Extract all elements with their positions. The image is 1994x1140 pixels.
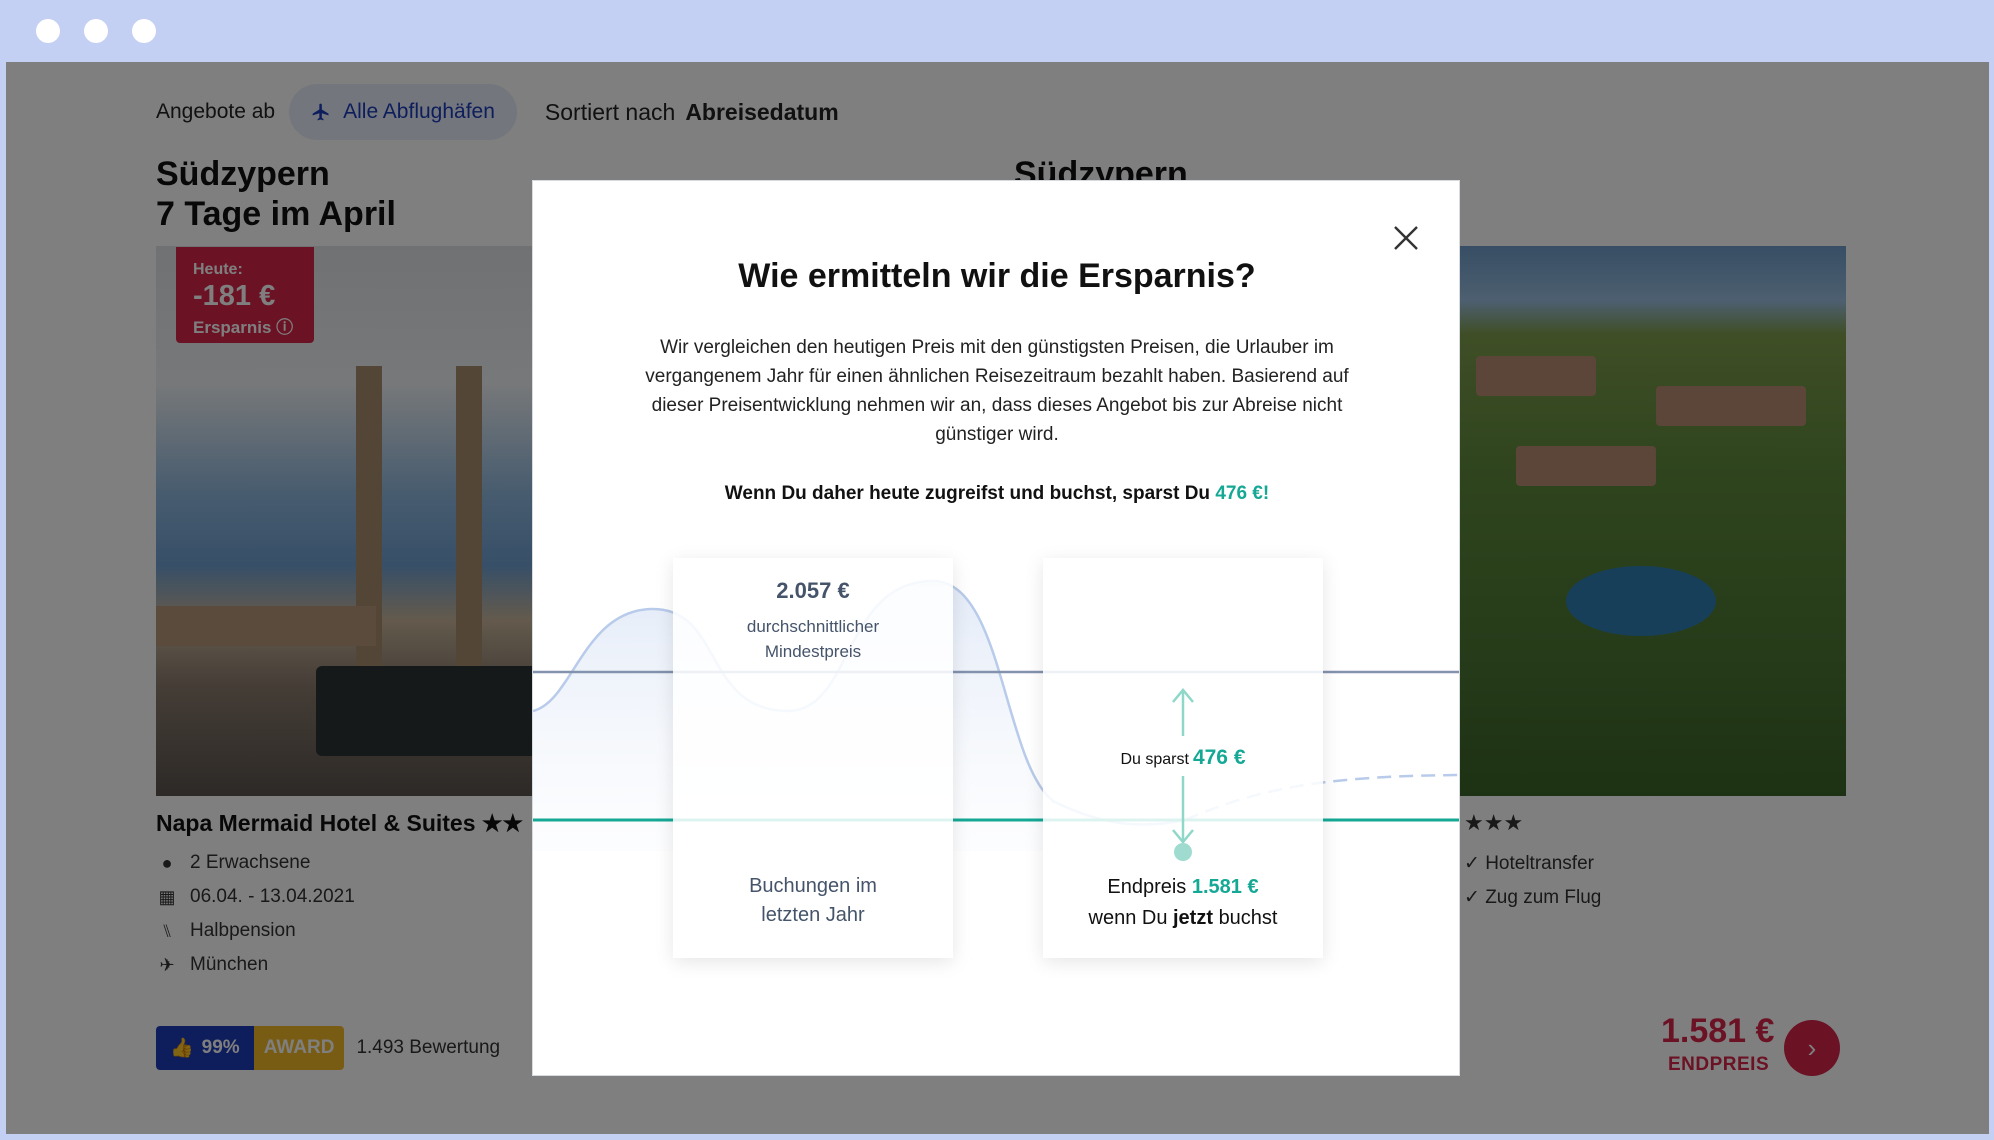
window-maximize-dot[interactable] [132, 19, 156, 43]
final-prefix: Endpreis [1107, 876, 1187, 898]
cta-amount: 476 €! [1215, 483, 1270, 504]
save-prefix: Du sparst [1120, 751, 1189, 768]
modal-cta-text: Wenn Du daher heute zugreifst und buchst… [533, 483, 1459, 505]
close-button[interactable] [1389, 221, 1423, 255]
when-suffix: buchst [1218, 907, 1278, 929]
page-viewport: Angebote ab Alle Abflughäfen Sortiert na… [6, 62, 1989, 1134]
average-min-price-label: durchschnittlicher Mindestpreis [673, 614, 953, 664]
save-amount: 476 € [1192, 746, 1246, 769]
modal-title: Wie ermitteln wir die Ersparnis? [738, 257, 1256, 295]
browser-titlebar [0, 0, 1994, 62]
when-prefix: wenn Du [1088, 907, 1168, 929]
modal-description: Wir vergleichen den heutigen Preis mit d… [645, 337, 1349, 445]
savings-modal: Wie ermitteln wir die Ersparnis? Wir ver… [532, 180, 1460, 1076]
last-year-box: 2.057 € durchschnittlicher Mindestpreis … [673, 558, 953, 958]
close-icon [1394, 226, 1418, 250]
window-close-dot[interactable] [36, 19, 60, 43]
savings-label: Du sparst 476 € [1043, 746, 1323, 770]
left-foot-line1: Buchungen im [749, 875, 877, 897]
left-sub-line1: durchschnittlicher [746, 617, 880, 636]
savings-arrow-icon [1172, 688, 1194, 861]
left-sub-line2: Mindestpreis [764, 642, 862, 661]
final-price-label: Endpreis 1.581 € wenn Du jetzt buchst [1043, 872, 1323, 934]
when-bold: jetzt [1173, 907, 1213, 929]
average-min-price: 2.057 € [776, 578, 850, 603]
left-foot-line2: letzten Jahr [761, 904, 865, 926]
final-amount: 1.581 € [1191, 876, 1259, 898]
last-year-label: Buchungen im letzten Jahr [673, 872, 953, 930]
window-minimize-dot[interactable] [84, 19, 108, 43]
cta-prefix: Wenn Du daher heute zugreifst und buchst… [724, 483, 1211, 504]
book-now-box: Du sparst 476 € Endpreis 1.581 € wenn Du … [1043, 558, 1323, 958]
